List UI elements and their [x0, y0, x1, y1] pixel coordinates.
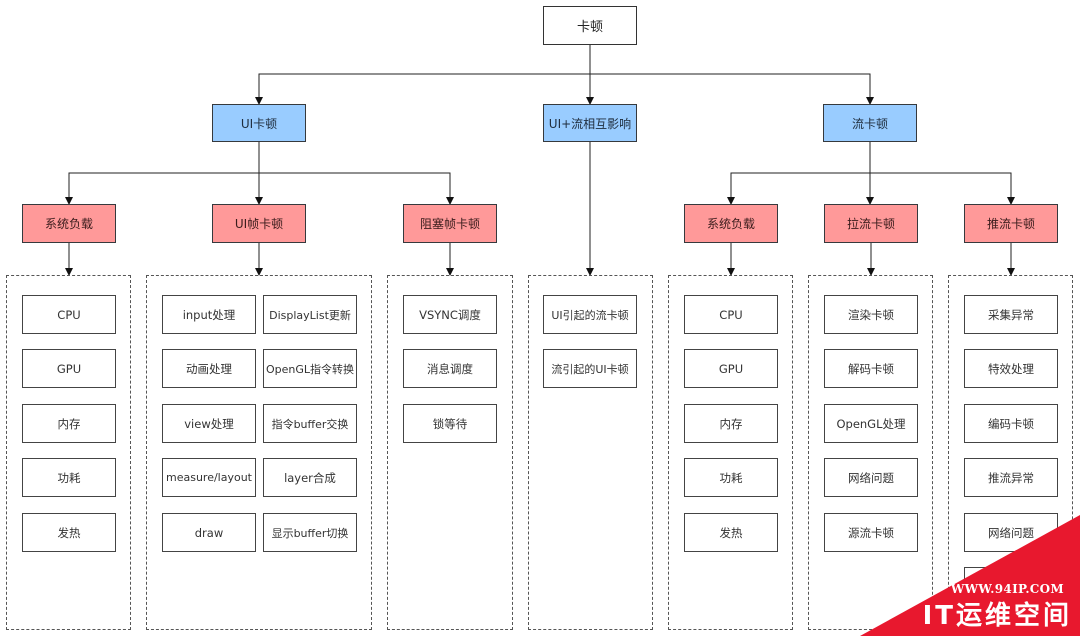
- leaf-item[interactable]: draw: [162, 513, 256, 552]
- leaf-item[interactable]: 动画处理: [162, 349, 256, 388]
- leaf-item[interactable]: input处理: [162, 295, 256, 334]
- leaf-item[interactable]: 指令buffer交换: [263, 404, 357, 443]
- leaf-item[interactable]: 消息调度: [403, 349, 497, 388]
- corner-watermark: WWW.94IP.COM IT运维空间: [860, 515, 1080, 636]
- root-node[interactable]: 卡顿: [543, 6, 637, 45]
- leaf-item[interactable]: GPU: [22, 349, 116, 388]
- leaf-item[interactable]: 内存: [22, 404, 116, 443]
- leaf-item[interactable]: GPU: [684, 349, 778, 388]
- leaf-item[interactable]: 采集异常: [964, 295, 1058, 334]
- leaf-item[interactable]: CPU: [684, 295, 778, 334]
- leaf-item[interactable]: 功耗: [22, 458, 116, 497]
- connector-stream-left: [727, 172, 870, 205]
- node-stream-stutter[interactable]: 流卡顿: [823, 104, 917, 142]
- connector-ui-left: [65, 172, 259, 205]
- leaf-item[interactable]: CPU: [22, 295, 116, 334]
- leaf-item[interactable]: 渲染卡顿: [824, 295, 918, 334]
- leaf-item[interactable]: 流引起的UI卡顿: [543, 349, 637, 388]
- connector-stream-right: [870, 172, 1015, 205]
- leaf-item[interactable]: 编码卡顿: [964, 404, 1058, 443]
- leaf-item[interactable]: VSYNC调度: [403, 295, 497, 334]
- watermark-name: IT运维空间: [922, 601, 1072, 631]
- node-pull-stream-stutter[interactable]: 拉流卡顿: [824, 204, 918, 243]
- leaf-item[interactable]: 发热: [684, 513, 778, 552]
- leaf-item[interactable]: DisplayList更新: [263, 295, 357, 334]
- leaf-item[interactable]: layer合成: [263, 458, 357, 497]
- node-push-stream-stutter[interactable]: 推流卡顿: [964, 204, 1058, 243]
- connector-root-left: [255, 73, 590, 105]
- leaf-item[interactable]: 特效处理: [964, 349, 1058, 388]
- node-ui-stutter[interactable]: UI卡顿: [212, 104, 306, 142]
- watermark-url: WWW.94IP.COM: [950, 582, 1064, 596]
- leaf-item[interactable]: 显示buffer切换: [263, 513, 357, 552]
- node-ui-frame-stutter[interactable]: UI帧卡顿: [212, 204, 306, 243]
- leaf-item[interactable]: 功耗: [684, 458, 778, 497]
- node-ui-system-load[interactable]: 系统负载: [22, 204, 116, 243]
- leaf-item[interactable]: view处理: [162, 404, 256, 443]
- leaf-item[interactable]: 发热: [22, 513, 116, 552]
- connector-ui-right: [259, 172, 454, 205]
- leaf-item[interactable]: 内存: [684, 404, 778, 443]
- leaf-item[interactable]: OpenGL指令转换: [263, 349, 357, 388]
- leaf-item[interactable]: 解码卡顿: [824, 349, 918, 388]
- leaf-item[interactable]: measure/layout: [162, 458, 256, 497]
- connector-root-right: [590, 73, 874, 105]
- node-blocking-frame-stutter[interactable]: 阻塞帧卡顿: [403, 204, 497, 243]
- node-ui-stream-interaction[interactable]: UI+流相互影响: [543, 104, 637, 142]
- leaf-item[interactable]: OpenGL处理: [824, 404, 918, 443]
- leaf-item[interactable]: UI引起的流卡顿: [543, 295, 637, 334]
- leaf-item[interactable]: 网络问题: [824, 458, 918, 497]
- node-stream-system-load[interactable]: 系统负载: [684, 204, 778, 243]
- diagram-canvas: 卡顿 UI卡顿 UI+流相互影响 流卡顿 系统负载 UI帧卡顿 阻塞帧卡顿 系统…: [0, 0, 1080, 636]
- leaf-item[interactable]: 推流异常: [964, 458, 1058, 497]
- leaf-item[interactable]: 锁等待: [403, 404, 497, 443]
